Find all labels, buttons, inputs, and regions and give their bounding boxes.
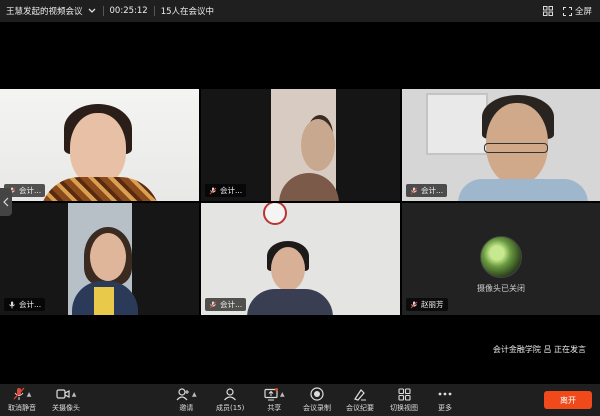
attendee-count: 15人在会议中 [160,7,215,17]
unmute-button[interactable]: ▲ 取消静音 [8,387,36,413]
record-icon [310,387,324,401]
caret-up-icon: ▲ [192,390,197,398]
layout-grid-icon[interactable] [542,6,553,16]
add-user-icon [176,387,189,400]
participant-name: 会计... [19,300,42,309]
unmute-label: 取消静音 [8,404,36,412]
participant-label: 会计... [4,298,46,311]
participant-name: 会计... [220,186,243,195]
mic-muted-icon [209,187,217,194]
participant-label: 会计... [205,184,247,197]
divider [153,6,155,16]
video-tile[interactable]: 会计... [201,203,400,315]
video-tile-camera-off[interactable]: 摄像头已关闭 赵丽芳 [402,203,600,315]
caret-up-icon: ▲ [71,390,77,398]
invite-label: 邀请 [179,404,194,412]
meeting-title: 王慧发起的视频会议 [6,7,83,17]
caret-up-icon: ▲ [26,390,32,398]
leave-meeting-button[interactable]: 离开 [544,391,592,409]
mic-muted-icon [410,187,418,194]
meeting-header: 王慧发起的视频会议 00:25:12 15人在会议中 全屏 [0,0,600,22]
members-icon [224,387,237,400]
mic-muted-icon [410,301,418,308]
camera-toggle-button[interactable]: ▲ 关摄像头 [52,387,80,413]
grid-view-icon [397,387,411,401]
mic-icon [9,301,15,308]
participant-label: 会计... [205,298,247,311]
fullscreen-button[interactable]: 全屏 [562,5,592,17]
participant-label: 赵丽芳 [406,298,448,311]
video-camera-icon [56,389,70,399]
video-tile-active-speaker[interactable]: 会计... [0,203,199,315]
fullscreen-icon [562,6,572,16]
share-label: 共享 [267,404,282,412]
video-tile[interactable]: 会计... [402,89,600,201]
more-label: 更多 [438,404,452,412]
invite-button[interactable]: ▲ 邀请 [176,387,197,413]
meeting-minutes-button[interactable]: 会议纪要 [346,387,374,413]
camera-label: 关摄像头 [52,404,80,412]
fullscreen-label: 全屏 [574,7,592,17]
record-button[interactable]: 会议录制 [303,387,331,413]
share-screen-icon [264,387,278,400]
participant-name: 会计... [19,186,42,195]
minutes-label: 会议纪要 [346,404,374,412]
more-button[interactable]: 更多 [438,387,452,413]
divider [102,6,104,16]
switch-view-label: 切换视图 [390,404,418,412]
chevron-down-icon[interactable] [87,6,97,16]
members-button[interactable]: 成员(15) [216,387,244,413]
share-screen-button[interactable]: ▲ 共享 [264,387,285,413]
switch-view-button[interactable]: 切换视图 [390,387,418,413]
mic-muted-icon [209,301,217,308]
camera-off-text: 摄像头已关闭 [477,284,525,293]
video-tile[interactable]: 会计... [201,89,400,201]
video-tile[interactable]: 会计... [0,89,199,201]
participant-label: 会计... [406,184,448,197]
members-label: 成员(15) [216,404,245,412]
participant-name: 会计... [421,186,444,195]
minutes-icon [354,388,366,401]
collapse-sidebar-button[interactable] [0,188,12,216]
more-dots-icon [438,392,452,396]
participant-name: 赵丽芳 [421,300,444,309]
avatar [480,236,522,278]
active-speaker-status: 会计金融学院 吕 正在发言 [492,345,586,354]
meeting-toolbar: ▲ 取消静音 ▲ 关摄像头 ▲ 邀请 成员(15) ▲ 共享 会议录制 会议纪要… [0,384,600,416]
record-label: 会议录制 [303,404,331,412]
caret-up-icon: ▲ [280,390,285,398]
mic-muted-icon [13,387,25,400]
chevron-left-icon [3,197,9,207]
participant-name: 会计... [220,300,243,309]
meeting-timer: 00:25:12 [109,6,148,16]
